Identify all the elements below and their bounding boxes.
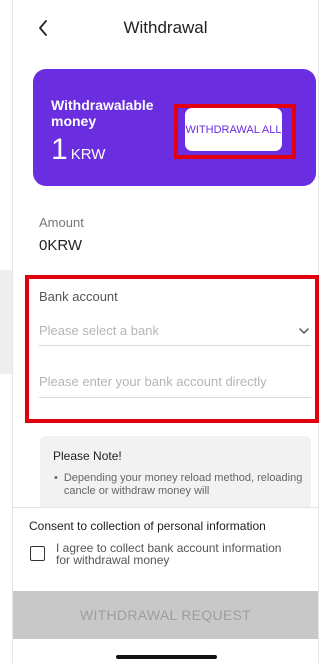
bank-account-input[interactable] [39,366,311,398]
amount-label: Amount [39,215,84,230]
outer-background [0,270,12,374]
note-item: • Depending your money reload method, re… [54,472,304,498]
header: Withdrawal [13,0,318,56]
balance-card: Withdrawalable money 1 KRW WITHDRAWAL AL… [33,69,316,186]
page-title: Withdrawal [123,18,208,37]
balance-amount: 1 KRW [51,135,105,165]
balance-label: Withdrawalable money [51,97,154,129]
back-button[interactable] [31,14,55,42]
consent-section: Consent to collection of personal inform… [13,507,318,591]
note-bullet: • [54,472,58,484]
amount-value: 0KRW [39,237,83,254]
bank-select-placeholder: Please select a bank [39,323,159,338]
frame-border-right [318,0,319,663]
chevron-down-icon [297,324,311,338]
note-text: Depending your money reload method, relo… [63,472,303,497]
home-indicator [116,655,217,659]
chevron-left-icon [39,20,47,36]
note-title: Please Note! [53,449,122,463]
withdrawal-request-button[interactable]: WITHDRAWAL REQUEST [13,591,318,639]
bank-account-label: Bank account [39,289,118,304]
consent-checkbox-label[interactable]: I agree to collect bank account informat… [56,542,296,566]
balance-value: 1 [51,133,69,166]
consent-checkbox[interactable] [30,546,45,561]
consent-title: Consent to collection of personal inform… [29,519,266,533]
balance-unit: KRW [70,146,106,163]
withdraw-all-button[interactable]: WITHDRAWAL ALL [185,108,282,151]
bank-select-dropdown[interactable]: Please select a bank [39,316,311,346]
